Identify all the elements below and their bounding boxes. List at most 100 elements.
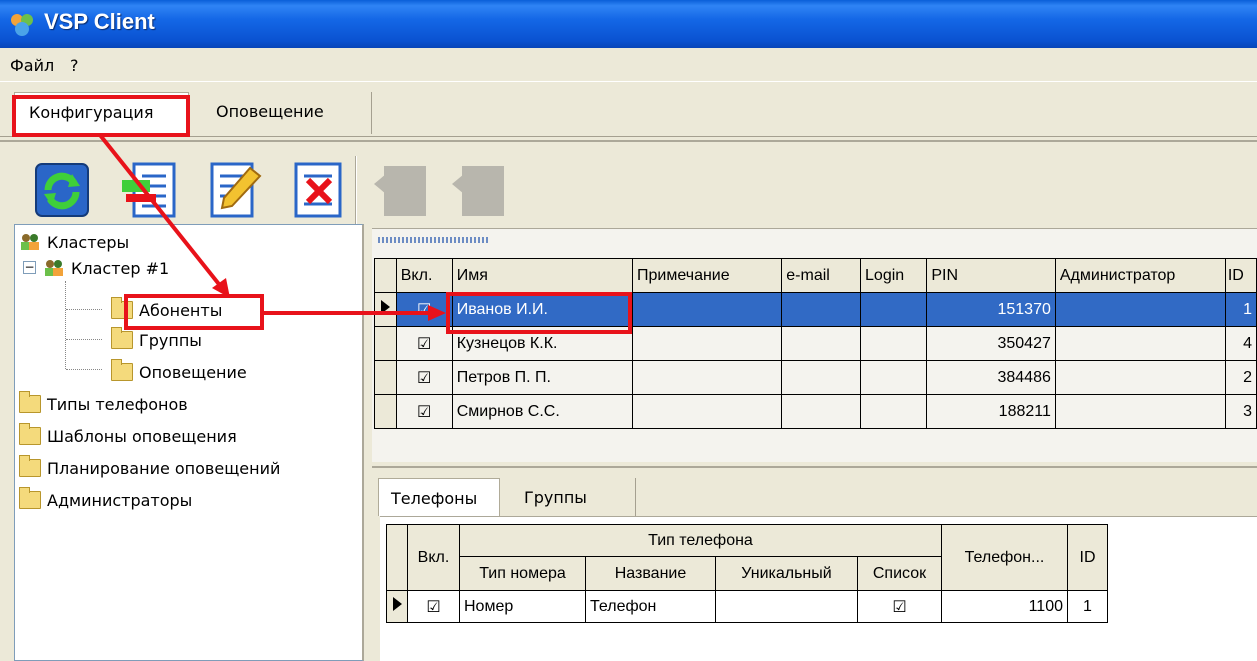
table-row[interactable]: ☑ Номер Телефон ☑ 1100 1	[386, 590, 1108, 623]
email-cell[interactable]	[781, 360, 862, 395]
folder-icon	[19, 391, 41, 413]
tree-guide	[66, 339, 102, 340]
admin-cell[interactable]	[1054, 326, 1226, 361]
tree-item-phone-types[interactable]: Типы телефонов	[19, 391, 188, 417]
row-selector-icon[interactable]	[374, 292, 397, 327]
enabled-checkbox[interactable]: ☑	[395, 292, 453, 327]
row-selector[interactable]	[374, 360, 397, 395]
tree-item-administrators[interactable]: Администраторы	[19, 487, 192, 513]
unique-cell[interactable]	[715, 590, 858, 623]
column-header[interactable]: Login	[860, 258, 928, 293]
note-cell[interactable]	[632, 360, 783, 395]
table-header-row: Вкл. Имя Примечание e-mail Login PIN Адм…	[374, 258, 1257, 293]
tree-guide	[66, 309, 102, 310]
enabled-checkbox[interactable]: ☑	[407, 590, 460, 623]
table-row[interactable]: ☑ Смирнов С.С. 188211 3	[374, 394, 1257, 429]
pin-cell[interactable]: 151370	[926, 292, 1056, 327]
enabled-checkbox[interactable]: ☑	[395, 394, 453, 429]
row-selector[interactable]	[374, 326, 397, 361]
navigation-tree: Кластеры − Кластер #1 Абоненты Группы Оп…	[14, 224, 364, 661]
column-header[interactable]: Название	[585, 556, 716, 591]
column-header[interactable]: e-mail	[781, 258, 862, 293]
email-cell[interactable]	[781, 326, 862, 361]
name-cell[interactable]: Петров П. П.	[451, 360, 634, 395]
column-header[interactable]: Тип номера	[459, 556, 586, 591]
id-cell[interactable]: 1	[1067, 590, 1108, 623]
list-checkbox[interactable]: ☑	[857, 590, 942, 623]
login-cell[interactable]	[860, 326, 928, 361]
admin-cell[interactable]	[1054, 292, 1226, 327]
note-cell[interactable]	[632, 326, 783, 361]
column-header[interactable]: Имя	[451, 258, 634, 293]
annotation-box-config-tab	[12, 95, 190, 137]
column-header[interactable]: PIN	[926, 258, 1056, 293]
folder-icon	[111, 327, 133, 349]
name-cell[interactable]: Смирнов С.С.	[451, 394, 634, 429]
annotation-box-subscribers	[124, 294, 264, 330]
admin-cell[interactable]	[1054, 360, 1226, 395]
enabled-checkbox[interactable]: ☑	[395, 360, 453, 395]
column-header[interactable]: Список	[857, 556, 942, 591]
edit-record-icon[interactable]	[204, 160, 264, 220]
id-cell[interactable]: 3	[1224, 394, 1257, 429]
grid-drag-handle[interactable]	[378, 237, 488, 243]
tree-label: Оповещение	[139, 362, 247, 382]
disabled-action-icon[interactable]	[372, 160, 432, 220]
phone-cell[interactable]: 1100	[941, 590, 1068, 623]
column-header[interactable]: Администратор	[1054, 258, 1226, 293]
tab-phones[interactable]: Телефоны	[378, 478, 500, 516]
tree-label: Администраторы	[47, 490, 193, 510]
tree-item-clusters[interactable]: Кластеры	[19, 229, 129, 255]
admin-cell[interactable]	[1054, 394, 1226, 429]
tree-label: Планирование оповещений	[47, 458, 281, 478]
type-cell[interactable]: Номер	[459, 590, 586, 623]
tree-label: Кластер #1	[71, 258, 170, 278]
tree-item-scheduling[interactable]: Планирование оповещений	[19, 455, 280, 481]
column-header[interactable]: Вкл.	[407, 524, 460, 591]
toolbar	[0, 140, 1257, 226]
id-cell[interactable]: 2	[1224, 360, 1257, 395]
note-cell[interactable]	[632, 394, 783, 429]
email-cell[interactable]	[781, 394, 862, 429]
pin-cell[interactable]: 350427	[926, 326, 1056, 361]
phones-table: Вкл. Тип телефона Телефон... ID Тип номе…	[386, 524, 1108, 623]
tree-item-cluster-1[interactable]: Кластер #1	[43, 255, 169, 281]
row-selector[interactable]	[374, 394, 397, 429]
tree-item-notification[interactable]: Оповещение	[111, 359, 247, 385]
note-cell[interactable]	[632, 292, 783, 327]
column-header[interactable]: Уникальный	[715, 556, 858, 591]
tab-groups[interactable]: Группы	[512, 478, 636, 516]
column-header[interactable]: Телефон...	[941, 524, 1068, 591]
login-cell[interactable]	[860, 360, 928, 395]
collapse-toggle[interactable]: −	[23, 261, 36, 274]
column-header[interactable]: ID	[1224, 258, 1257, 293]
email-cell[interactable]	[781, 292, 862, 327]
column-header[interactable]: Примечание	[632, 258, 783, 293]
tab-notification[interactable]: Оповещение	[202, 92, 372, 134]
row-selector-icon[interactable]	[386, 590, 408, 623]
menu-file[interactable]: Файл	[10, 56, 54, 75]
table-row[interactable]: ☑ Петров П. П. 384486 2	[374, 360, 1257, 395]
title-bar[interactable]: VSP Client	[0, 0, 1257, 48]
id-cell[interactable]: 1	[1224, 292, 1257, 327]
refresh-icon[interactable]	[32, 160, 92, 220]
login-cell[interactable]	[860, 394, 928, 429]
users-group-icon	[21, 234, 39, 250]
tree-item-templates[interactable]: Шаблоны оповещения	[19, 423, 237, 449]
disabled-action-icon[interactable]	[450, 160, 510, 220]
column-header[interactable]: ID	[1067, 524, 1108, 591]
id-cell[interactable]: 4	[1224, 326, 1257, 361]
table-header-row: Вкл. Тип телефона Телефон... ID	[386, 524, 1108, 591]
login-cell[interactable]	[860, 292, 928, 327]
add-record-icon[interactable]	[120, 160, 180, 220]
menu-help[interactable]: ?	[70, 56, 79, 75]
column-group-header: Тип телефона	[459, 524, 942, 557]
tree-label: Кластеры	[47, 232, 130, 252]
enabled-checkbox[interactable]: ☑	[395, 326, 453, 361]
tree-item-groups[interactable]: Группы	[111, 327, 202, 353]
name-cell[interactable]: Телефон	[585, 590, 716, 623]
column-header[interactable]: Вкл.	[395, 258, 453, 293]
delete-record-icon[interactable]	[288, 160, 348, 220]
pin-cell[interactable]: 188211	[926, 394, 1056, 429]
pin-cell[interactable]: 384486	[926, 360, 1056, 395]
